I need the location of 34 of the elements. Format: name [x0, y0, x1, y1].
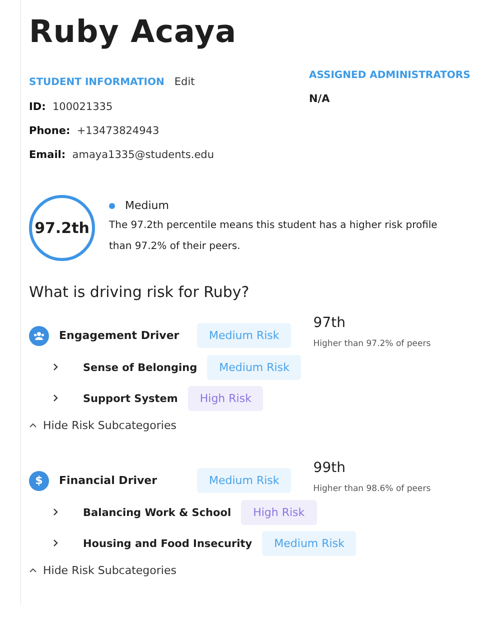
hide-subcategories-button[interactable]: Hide Risk Subcategories	[29, 564, 176, 577]
section-heading: STUDENT INFORMATION	[29, 77, 164, 88]
section-heading: ASSIGNED ADMINISTRATORS	[309, 70, 470, 81]
caret-icon	[29, 568, 37, 573]
peer-comparison: Higher than 98.6% of peers	[313, 484, 431, 494]
risk-description: The 97.2th percentile means this student has a higher risk profile than 97.2% of their peers.	[109, 219, 438, 254]
people-icon	[29, 326, 49, 346]
administrator-value: N/A	[309, 93, 331, 105]
percentile-ring: 97.2th	[29, 195, 95, 261]
info-field: Email: amaya1335@students.edu	[29, 149, 309, 161]
student-name: Ruby Acaya	[29, 14, 238, 50]
caret-icon	[29, 423, 37, 428]
risk-badge: Medium Risk	[197, 468, 292, 493]
driver-name: Engagement Driver	[59, 329, 180, 342]
driver-percentile: 97th	[313, 315, 346, 331]
edit-link[interactable]: Edit	[174, 76, 195, 88]
risk-badge: Medium Risk	[207, 355, 302, 380]
subcategory-name: Balancing Work & School	[83, 506, 232, 518]
driver-percentile: 99th	[313, 460, 346, 476]
subcategory-name: Support System	[83, 392, 178, 404]
hide-subcategories-button[interactable]: Hide Risk Subcategories	[29, 419, 176, 432]
risk-level: Medium	[125, 199, 169, 212]
risk-badge: Medium Risk	[197, 323, 292, 348]
info-field: ID: 100021335	[29, 101, 309, 113]
peer-comparison: Higher than 97.2% of peers	[313, 339, 431, 349]
info-field: Phone: +13473824943	[29, 125, 309, 137]
risk-badge: High Risk	[188, 386, 264, 411]
risk-badge: High Risk	[241, 500, 317, 525]
subcategory-name: Housing and Food Insecurity	[83, 538, 252, 550]
section-title: What is driving risk for Ruby?	[29, 283, 250, 301]
risk-badge: Medium Risk	[262, 531, 356, 556]
subcategory-name: Sense of Belonging	[83, 362, 198, 374]
dollar-icon: $	[29, 470, 49, 490]
driver-name: Financial Driver	[59, 474, 158, 487]
